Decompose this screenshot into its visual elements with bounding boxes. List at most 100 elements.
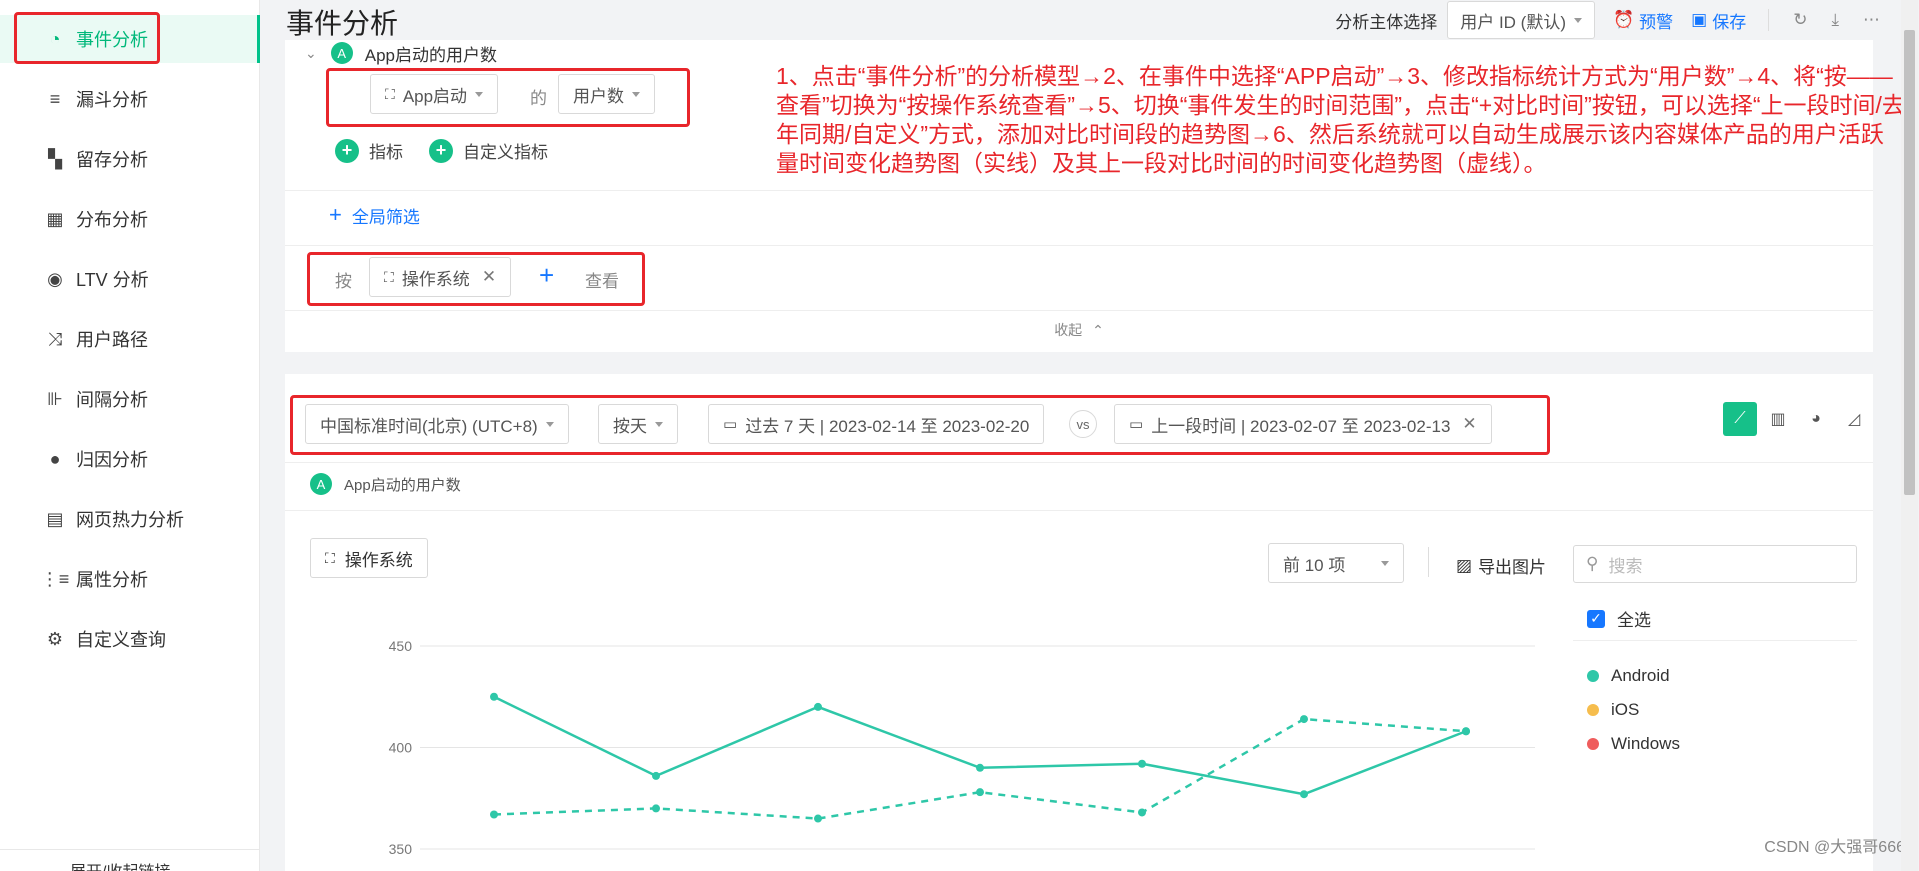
chevron-down-icon[interactable]: ⌄ — [305, 45, 317, 62]
attribution-icon: ● — [49, 448, 61, 469]
result-metric-name: App启动的用户数 — [344, 476, 461, 494]
event-select[interactable]: ⛶ App启动 — [370, 74, 499, 114]
legend-label: Android — [1611, 666, 1670, 685]
image-icon: ▨ — [1456, 555, 1473, 575]
collapse-label: 收起 — [1054, 322, 1083, 338]
data-point[interactable] — [976, 763, 984, 772]
close-icon[interactable]: ✕ — [482, 267, 496, 287]
data-point[interactable] — [1138, 759, 1146, 768]
scrollbar-thumb[interactable] — [1904, 30, 1915, 495]
data-point[interactable] — [652, 804, 660, 813]
sidebar-item-attribution[interactable]: ● 归因分析 — [0, 435, 260, 483]
select-all-checkbox[interactable]: ✓ 全选 — [1587, 606, 1651, 631]
alarm-icon: ⏰ — [1613, 10, 1635, 29]
download-icon[interactable]: ⤓ — [1831, 10, 1839, 30]
export-image-button[interactable]: ▨ 导出图片 — [1456, 553, 1546, 578]
metric-badge: A — [310, 473, 332, 495]
legend-label: iOS — [1611, 700, 1640, 719]
granularity-value: 按天 — [613, 416, 647, 436]
global-filter-button[interactable]: + 全局筛选 — [329, 202, 420, 228]
plus-icon: + — [429, 138, 453, 163]
sidebar-item-ltv[interactable]: ◉ LTV 分析 — [0, 255, 260, 303]
add-custom-metric-label: 自定义指标 — [463, 143, 548, 162]
sidebar-item-funnel[interactable]: ≡ 漏斗分析 — [0, 75, 260, 123]
sidebar-item-label: 漏斗分析 — [76, 90, 148, 110]
chevron-down-icon — [1574, 17, 1582, 23]
topn-select[interactable]: 前 10 项 — [1268, 543, 1404, 583]
line-chart-icon[interactable]: ⟋ — [1723, 402, 1757, 436]
pie-chart-icon[interactable]: ◕ — [1799, 402, 1833, 436]
sidebar-item-label: 留存分析 — [76, 150, 148, 170]
compare-range-value: 上一段时间 | 2023-02-07 至 2023-02-13 — [1151, 416, 1451, 436]
close-icon[interactable]: ✕ — [1462, 414, 1476, 434]
measure-select[interactable]: 用户数 — [558, 74, 655, 114]
data-point[interactable] — [814, 702, 822, 711]
collapse-button[interactable]: 收起 ⌃ — [285, 320, 1873, 340]
divider — [285, 245, 1873, 246]
more-icon[interactable]: ⋯ — [1863, 10, 1880, 30]
heatmap-icon: ▤ — [46, 508, 64, 529]
sidebar-item-retention[interactable]: ▚ 留存分析 — [0, 135, 260, 183]
refresh-icon[interactable]: ↻ — [1793, 10, 1807, 30]
sidebar-item-user-path[interactable]: ⤨ 用户路径 — [0, 315, 260, 363]
legend-search-input[interactable]: ⚲ 搜索 — [1573, 545, 1857, 583]
groupby-dimension-value: 操作系统 — [401, 269, 470, 289]
attribute-icon: ⋮≡ — [40, 568, 70, 589]
metric-connector: 的 — [530, 89, 547, 108]
legend-item-android[interactable]: Android — [1587, 666, 1670, 686]
sidebar-item-label: LTV 分析 — [76, 270, 149, 290]
scrollbar[interactable] — [1901, 0, 1918, 871]
custom-query-icon: ⚙ — [46, 628, 64, 649]
metric-header: ⌄ A App启动的用户数 — [305, 40, 497, 66]
timezone-value: 中国标准时间(北京) (UTC+8) — [320, 416, 538, 436]
sidebar-item-event-analysis[interactable]: ◔ 事件分析 — [0, 15, 260, 63]
sidebar-item-heatmap[interactable]: ▤ 网页热力分析 — [0, 495, 260, 543]
legend-dot — [1587, 704, 1599, 716]
data-point[interactable] — [1462, 727, 1470, 736]
sidebar-item-label: 属性分析 — [76, 570, 148, 590]
result-metric-header: A App启动的用户数 — [310, 473, 461, 495]
sidebar-item-distribution[interactable]: ▦ 分布分析 — [0, 195, 260, 243]
save-button[interactable]: ▣ 保存 — [1691, 8, 1746, 33]
add-groupby-icon[interactable]: + — [539, 260, 554, 291]
alert-button[interactable]: ⏰ 预警 — [1613, 8, 1673, 33]
chevron-up-icon: ⌃ — [1092, 322, 1104, 338]
add-metric-button[interactable]: + 指标 — [335, 138, 403, 163]
subject-select[interactable]: 用户 ID (默认) — [1447, 1, 1595, 39]
data-point[interactable] — [1138, 808, 1146, 817]
dimension-icon: ⛶ — [325, 549, 335, 566]
sidebar-item-label: 网页热力分析 — [76, 510, 184, 530]
date-range-picker[interactable]: ▭ 过去 7 天 | 2023-02-14 至 2023-02-20 — [708, 404, 1045, 444]
legend-item-ios[interactable]: iOS — [1587, 700, 1639, 720]
bar-chart-icon[interactable]: ▥ — [1761, 402, 1795, 436]
data-point[interactable] — [652, 771, 660, 780]
sidebar-item-custom-query[interactable]: ⚙ 自定义查询 — [0, 615, 260, 663]
add-metric-label: 指标 — [369, 143, 403, 162]
y-tick-label: 400 — [389, 740, 413, 756]
data-point[interactable] — [814, 814, 822, 823]
data-point[interactable] — [1300, 715, 1308, 724]
sidebar-item-interval[interactable]: ⊪ 间隔分析 — [0, 375, 260, 423]
data-point[interactable] — [976, 788, 984, 797]
header-actions: 分析主体选择 用户 ID (默认) ⏰ 预警 ▣ 保存 ↻ ⤓ ⋯ — [1335, 0, 1880, 40]
groupby-dimension-select[interactable]: ⛶ 操作系统 ✕ — [369, 257, 512, 297]
legend-item-windows[interactable]: Windows — [1587, 734, 1680, 754]
granularity-select[interactable]: 按天 — [598, 404, 678, 444]
calendar-icon: ▭ — [723, 416, 738, 433]
app-root: ◔ 事件分析 ≡ 漏斗分析 ▚ 留存分析 ▦ 分布分析 ◉ LTV 分析 ⤨ 用… — [0, 0, 1919, 871]
compare-range-picker[interactable]: ▭ 上一段时间 | 2023-02-07 至 2023-02-13 ✕ — [1114, 404, 1492, 444]
add-custom-metric-button[interactable]: + 自定义指标 — [429, 138, 548, 163]
measure-value: 用户数 — [573, 86, 624, 106]
area-chart-icon[interactable]: ◿ — [1837, 402, 1871, 436]
data-point[interactable] — [1300, 790, 1308, 799]
data-point[interactable] — [490, 810, 498, 819]
dimension-toggle-button[interactable]: ⛶ 操作系统 — [310, 538, 428, 578]
timezone-select[interactable]: 中国标准时间(北京) (UTC+8) — [305, 404, 569, 444]
data-point[interactable] — [490, 692, 498, 701]
export-image-label: 导出图片 — [1478, 558, 1547, 577]
sidebar-bottom-link[interactable]: 展开/收起链接 — [0, 849, 260, 871]
check-icon: ✓ — [1587, 609, 1605, 628]
divider — [285, 510, 1873, 511]
dimension-icon: ⛶ — [384, 268, 394, 285]
sidebar-item-attribute[interactable]: ⋮≡ 属性分析 — [0, 555, 260, 603]
